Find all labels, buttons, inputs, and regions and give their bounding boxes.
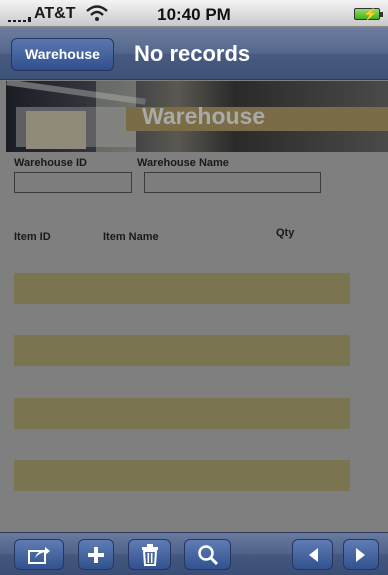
navigation-bar: Warehouse No records (0, 28, 388, 80)
search-icon (197, 544, 218, 565)
status-time: 10:40 PM (157, 5, 231, 24)
trash-icon (141, 543, 158, 566)
delete-button[interactable] (128, 539, 171, 570)
warehouse-name-field[interactable] (144, 172, 321, 193)
column-header-item-id: Item ID (14, 231, 51, 243)
add-icon (88, 546, 104, 563)
list-item[interactable] (14, 398, 350, 429)
warehouse-id-label: Warehouse ID (14, 157, 87, 169)
list-item[interactable] (14, 460, 350, 491)
warehouse-id-field[interactable] (14, 172, 132, 193)
battery-icon: ⚡ (354, 7, 383, 21)
search-button[interactable] (184, 539, 231, 570)
warehouse-back-button[interactable]: Warehouse (11, 38, 114, 71)
bottom-toolbar (0, 532, 388, 575)
list-item[interactable] (14, 335, 350, 366)
warehouse-name-label: Warehouse Name (137, 157, 229, 169)
next-record-button[interactable] (343, 539, 379, 570)
status-bar: AT&T 10:40 PM ⚡ (0, 0, 388, 27)
column-header-qty: Qty (276, 227, 295, 239)
previous-icon (308, 547, 318, 562)
warehouse-banner-image: Warehouse (6, 81, 388, 152)
add-button[interactable] (78, 539, 114, 570)
banner-title: Warehouse (142, 103, 266, 129)
page-title: No records (134, 41, 251, 66)
share-button[interactable] (14, 539, 64, 570)
column-header-item-name: Item Name (103, 231, 159, 243)
warehouse-form: Warehouse ID Warehouse Name Item ID Item… (0, 152, 388, 532)
previous-record-button[interactable] (292, 539, 333, 570)
next-icon (356, 547, 365, 562)
list-item[interactable] (14, 273, 350, 304)
share-icon (28, 546, 50, 564)
